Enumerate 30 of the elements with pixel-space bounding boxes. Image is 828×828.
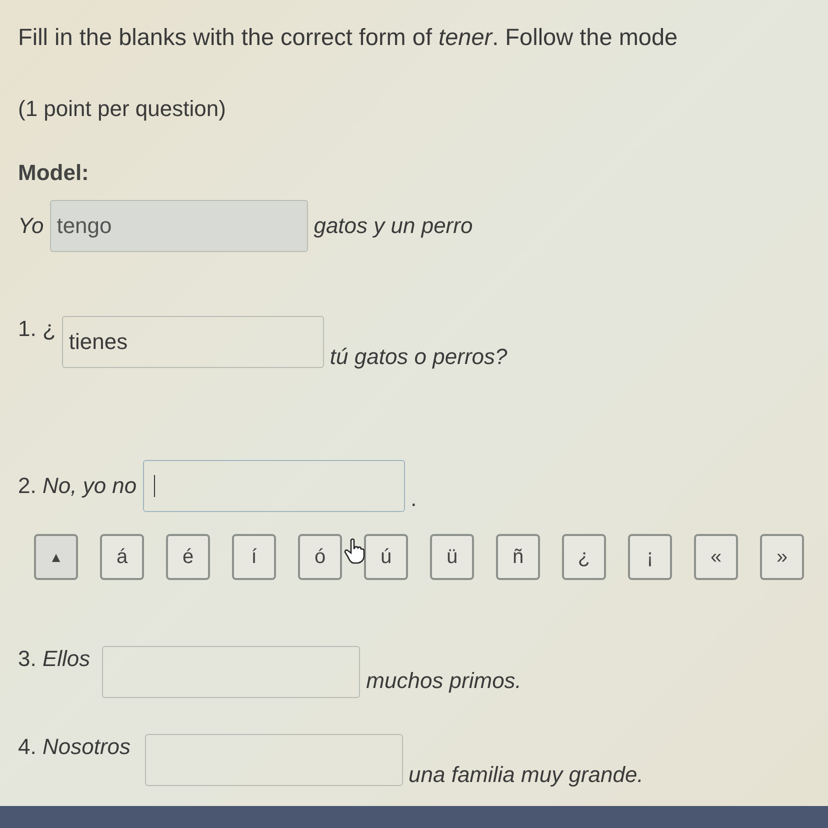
answer-field[interactable] [142,460,405,512]
question-text: 4. Nosotros [18,734,131,760]
instructions-text: Fill in the blanks with the correct form of tener. Follow the mode [18,24,679,52]
question-text: muchos primos. [366,668,522,694]
question-text: 2. No, yo no [18,473,137,499]
accent-key[interactable]: « [694,534,738,580]
answer-field[interactable] [144,734,403,786]
answer-field[interactable]: tienes [62,316,324,368]
sentence-text: gatos y un perro [314,213,473,239]
model-heading: Model: [18,160,90,186]
question-text: tú gatos o perros? [330,344,508,370]
hand-cursor-icon [344,538,366,564]
question-text: una familia muy grande. [408,762,644,788]
question-text: . [410,486,417,512]
points-text: (1 point per question) [18,96,227,122]
accent-key[interactable]: é [166,534,210,580]
accent-key[interactable]: í [232,534,276,580]
accent-key[interactable]: ñ [496,534,540,580]
accent-key[interactable]: ó [298,534,342,580]
accent-key[interactable]: á [100,534,144,580]
sentence-text: Yo [18,213,44,239]
accent-key[interactable]: ▲ [34,534,78,580]
answer-field[interactable] [102,646,360,698]
question-text: 3. Ellos [18,646,90,672]
question-text: 1. ¿ [18,316,56,342]
accent-key[interactable]: ¡ [628,534,672,580]
accent-key[interactable]: ü [430,534,474,580]
accent-key[interactable]: ú [364,534,408,580]
accent-key[interactable]: ¿ [562,534,606,580]
accent-key[interactable]: » [760,534,804,580]
